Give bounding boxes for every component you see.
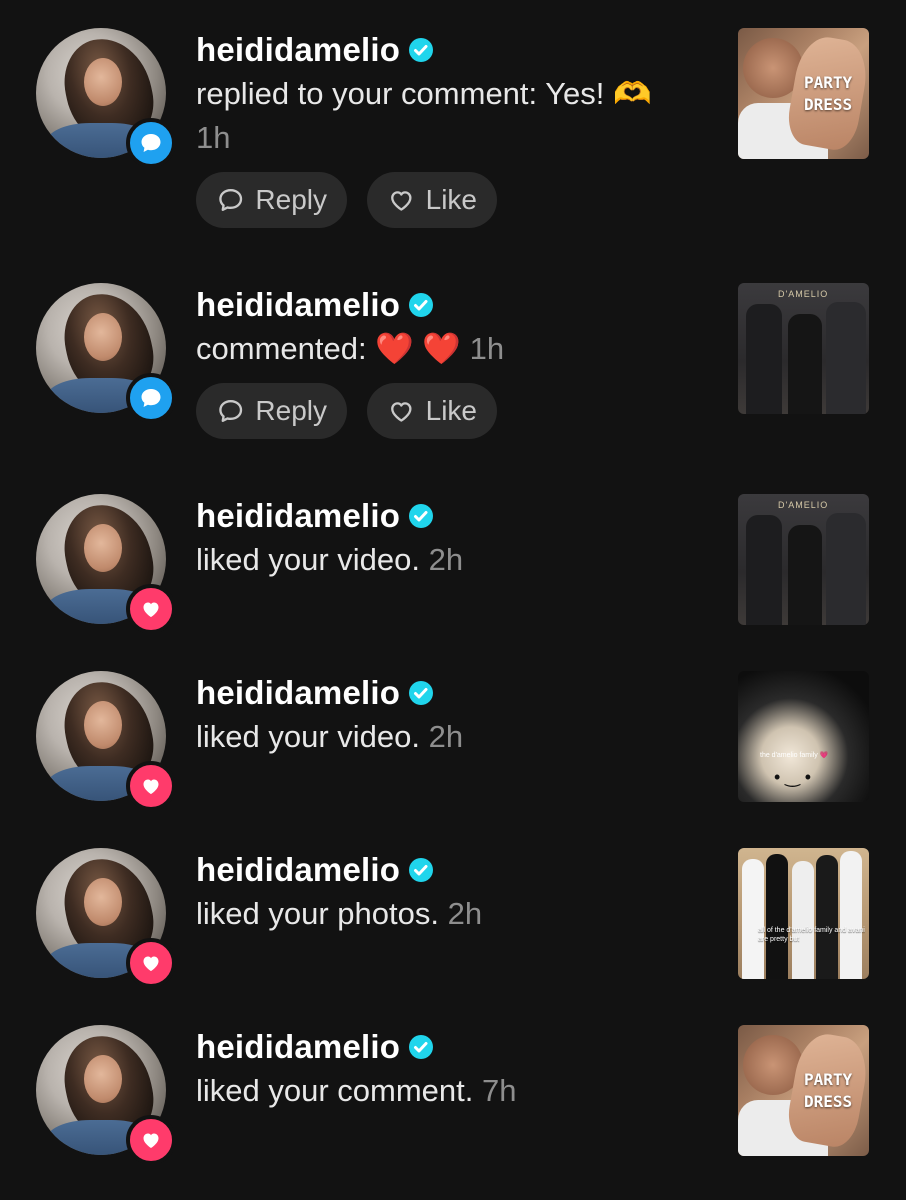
notification-message: replied to your comment: Yes! 🫶	[196, 76, 652, 111]
heart-badge-icon	[126, 938, 176, 988]
avatar[interactable]	[36, 671, 176, 811]
like-label: Like	[425, 184, 477, 215]
username[interactable]: heididamelio	[196, 286, 400, 324]
thumbnail-caption: the d'amelio family 💗	[760, 752, 829, 759]
notification-message: liked your photos.	[196, 896, 439, 931]
notification-message-row: commented: ❤️ ❤️ 1h	[196, 327, 716, 371]
username[interactable]: heididamelio	[196, 851, 400, 889]
notification-content: heididamelio liked your video. 2h	[196, 494, 716, 582]
reply-label: Reply	[255, 184, 327, 215]
comment-badge-icon	[126, 118, 176, 168]
video-thumbnail[interactable]: PARTY DRESS	[738, 28, 869, 159]
verified-icon	[408, 1034, 434, 1060]
video-thumbnail[interactable]: D'AMELIO	[738, 494, 869, 625]
heart-badge-icon	[126, 584, 176, 634]
notifications-feed: heididamelio replied to your comment: Ye…	[0, 0, 906, 1200]
notification-item[interactable]: heididamelio liked your video. 2h the d'…	[0, 671, 906, 811]
notification-content: heididamelio commented: ❤️ ❤️ 1h Reply L…	[196, 283, 716, 439]
verified-icon	[408, 503, 434, 529]
thumbnail-caption: PARTY DRESS	[804, 73, 853, 114]
username[interactable]: heididamelio	[196, 1028, 400, 1066]
verified-icon	[408, 857, 434, 883]
avatar[interactable]	[36, 1025, 176, 1165]
notification-message: commented: ❤️ ❤️	[196, 331, 461, 366]
heart-badge-icon	[126, 1115, 176, 1165]
avatar[interactable]	[36, 494, 176, 634]
notification-item[interactable]: heididamelio commented: ❤️ ❤️ 1h Reply L…	[0, 283, 906, 439]
verified-icon	[408, 37, 434, 63]
reply-button[interactable]: Reply	[196, 172, 347, 228]
reply-button[interactable]: Reply	[196, 383, 347, 439]
video-thumbnail[interactable]: D'AMELIO	[738, 283, 869, 414]
like-button[interactable]: Like	[367, 383, 497, 439]
notification-message: liked your comment.	[196, 1073, 474, 1108]
video-thumbnail[interactable]: PARTY DRESS	[738, 1025, 869, 1156]
comment-icon	[219, 189, 243, 211]
notification-content: heididamelio replied to your comment: Ye…	[196, 28, 716, 228]
notification-time: 2h	[428, 542, 464, 577]
verified-icon	[408, 680, 434, 706]
notification-message-row: liked your photos. 2h	[196, 892, 716, 936]
notification-message: liked your video.	[196, 542, 421, 577]
notification-item[interactable]: heididamelio liked your video. 2h D'AMEL…	[0, 494, 906, 634]
notification-time: 1h	[469, 331, 505, 366]
notification-content: heididamelio liked your video. 2h	[196, 671, 716, 759]
action-row: Reply Like	[196, 172, 716, 228]
username[interactable]: heididamelio	[196, 674, 400, 712]
thumbnail-caption: all of the d'amelio family and avani are…	[758, 927, 865, 943]
video-thumbnail[interactable]: the d'amelio family 💗 • ‿ •	[738, 671, 869, 802]
notification-message-row: liked your comment. 7h	[196, 1069, 716, 1113]
thumbnail-caption: D'AMELIO	[778, 289, 829, 299]
photo-thumbnail[interactable]: all of the d'amelio family and avani are…	[738, 848, 869, 979]
thumbnail-caption: D'AMELIO	[778, 500, 829, 510]
notification-message-row: liked your video. 2h	[196, 715, 716, 759]
comment-icon	[219, 400, 243, 422]
thumbnail-caption: PARTY DRESS	[804, 1070, 853, 1111]
verified-icon	[408, 292, 434, 318]
action-row: Reply Like	[196, 383, 716, 439]
notification-message-row: liked your video. 2h	[196, 538, 716, 582]
avatar[interactable]	[36, 28, 176, 168]
like-label: Like	[425, 395, 477, 426]
username[interactable]: heididamelio	[196, 31, 400, 69]
notification-item[interactable]: heididamelio replied to your comment: Ye…	[0, 28, 906, 228]
notification-time: 7h	[482, 1073, 517, 1108]
notification-time: 2h	[428, 719, 464, 754]
heart-outline-icon	[391, 402, 412, 422]
like-button[interactable]: Like	[367, 172, 497, 228]
notification-time: 1h	[196, 120, 231, 155]
notification-content: heididamelio liked your photos. 2h	[196, 848, 716, 936]
notification-item[interactable]: heididamelio liked your photos. 2h all o…	[0, 848, 906, 988]
username[interactable]: heididamelio	[196, 497, 400, 535]
notification-item[interactable]: heididamelio liked your comment. 7h PART…	[0, 1025, 906, 1165]
notification-time: 2h	[447, 896, 483, 931]
notification-message: liked your video.	[196, 719, 421, 754]
heart-badge-icon	[126, 761, 176, 811]
reply-label: Reply	[255, 395, 327, 426]
avatar[interactable]	[36, 283, 176, 423]
comment-badge-icon	[126, 373, 176, 423]
notification-content: heididamelio liked your comment. 7h	[196, 1025, 716, 1113]
avatar[interactable]	[36, 848, 176, 988]
heart-outline-icon	[391, 191, 412, 211]
